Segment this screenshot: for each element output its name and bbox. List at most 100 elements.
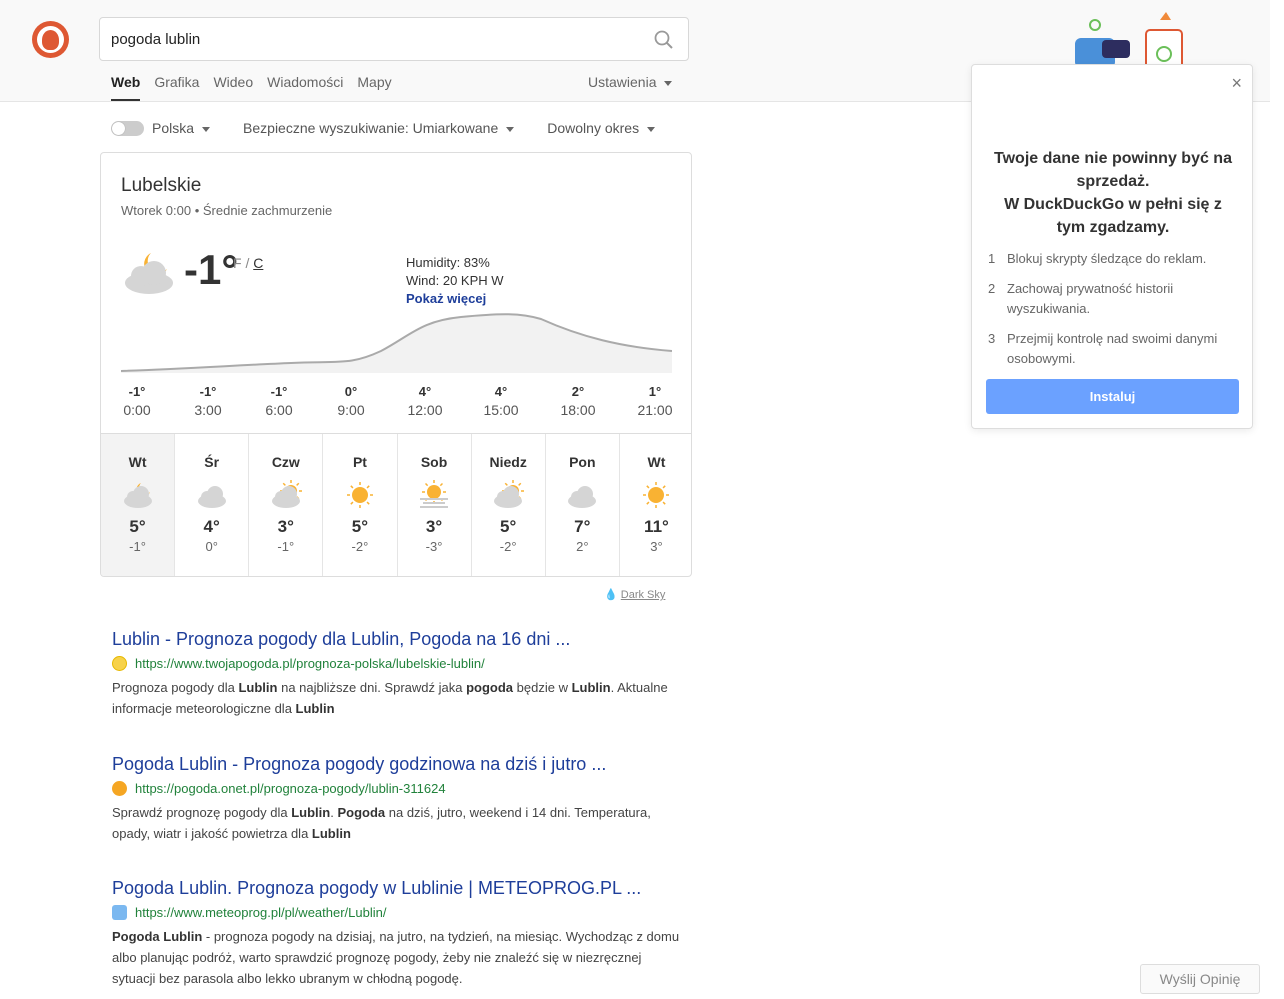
tab-web[interactable]: Web	[111, 74, 141, 101]
search-result: Pogoda Lublin. Prognoza pogody w Lublini…	[112, 878, 682, 989]
result-snippet: Prognoza pogody dla Lublin na najbliższe…	[112, 677, 682, 719]
settings-label: Ustawienia	[588, 74, 657, 90]
snippet-text: na najbliższe dni. Sprawdź jaka	[277, 680, 467, 695]
result-title-link[interactable]: Pogoda Lublin. Prognoza pogody w Lublini…	[112, 878, 682, 899]
popup-benefits-list: 1 Blokuj skrypty śledzące do reklam. 2 Zac…	[988, 249, 1238, 379]
settings-dropdown[interactable]: Ustawienia	[588, 74, 673, 90]
favicon-icon	[112, 781, 127, 796]
hourly-item: 4° 15:00	[471, 384, 531, 418]
daily-item[interactable]: Wt 11° 3°	[620, 434, 691, 576]
daily-item[interactable]: Pt 5° -2°	[323, 434, 398, 576]
day-low: 0°	[205, 539, 218, 554]
result-url[interactable]: https://www.twojapogoda.pl/prognoza-pols…	[112, 656, 682, 671]
result-snippet: Pogoda Lublin - prognoza pogody na dzisi…	[112, 926, 682, 989]
day-name: Śr	[204, 454, 220, 470]
caret-down-icon	[202, 126, 211, 132]
hourly-time: 9:00	[337, 402, 365, 418]
current-temperature: -1°	[184, 246, 239, 293]
item-text: Zachowaj prywatność historii wyszukiwani…	[1007, 281, 1174, 316]
unit-switch[interactable]: F / C	[233, 255, 263, 271]
snippet-text: będzie w	[513, 680, 572, 695]
sun-icon	[643, 482, 670, 508]
result-snippet: Sprawdź prognozę pogody dla Lublin. Pogo…	[112, 802, 682, 844]
hourly-time: 15:00	[483, 402, 519, 418]
weather-location: Lubelskie	[121, 175, 202, 196]
popup-title-line4: tym zgadzamy.	[1056, 219, 1170, 236]
hourly-item: 4° 12:00	[395, 384, 455, 418]
hourly-item: 2° 18:00	[548, 384, 608, 418]
daily-item[interactable]: Czw 3° -1°	[249, 434, 324, 576]
search-input[interactable]: pogoda lublin	[111, 31, 200, 48]
item-number: 3	[988, 331, 996, 346]
unit-c[interactable]: C	[253, 255, 263, 271]
item-text: Przejmij kontrolę nad swoimi danymi osob…	[1007, 331, 1218, 366]
hourly-temp: -1°	[270, 384, 288, 399]
duckduckgo-logo[interactable]	[32, 21, 69, 58]
snippet-highlight: Pogoda	[337, 805, 386, 820]
snippet-highlight: pogoda	[466, 680, 514, 695]
snippet-text: Sprawdź prognozę pogody dla	[112, 805, 292, 820]
dark-sky-attribution[interactable]: 💧 Dark Sky	[604, 588, 665, 601]
day-name: Niedz	[489, 454, 527, 470]
unit-separator: /	[241, 255, 254, 271]
dark-sky-icon: 💧	[604, 589, 618, 601]
tab-images[interactable]: Grafika	[154, 74, 199, 101]
snippet-highlight: Pogoda Lublin	[112, 929, 203, 944]
snippet-highlight: Lublin	[311, 826, 351, 841]
install-button[interactable]: Instaluj	[986, 379, 1239, 414]
hourly-temp: 0°	[344, 384, 358, 399]
tab-news[interactable]: Wiadomości	[267, 74, 343, 101]
daily-item[interactable]: Niedz 5° -2°	[472, 434, 546, 576]
day-name: Wt	[647, 454, 666, 470]
daily-item[interactable]: Śr 4° 0°	[175, 434, 250, 576]
partly-cloudy-day-icon	[494, 480, 525, 508]
feedback-button[interactable]: Wyślij Opinię	[1140, 964, 1260, 994]
weather-details: Humidity: 83% Wind: 20 KPH W Pokaż więce…	[406, 254, 504, 308]
region-filter[interactable]: Polska	[152, 120, 211, 136]
day-low: -1°	[129, 539, 146, 554]
result-title-link[interactable]: Pogoda Lublin - Prognoza pogody godzinow…	[112, 754, 682, 775]
result-url[interactable]: https://pogoda.onet.pl/prognoza-pogody/l…	[112, 781, 682, 796]
list-item: 1 Blokuj skrypty śledzące do reklam.	[988, 249, 1238, 269]
daily-item[interactable]: Pon 7° 2°	[546, 434, 620, 576]
partly-cloudy-night-icon	[123, 483, 152, 508]
search-icon[interactable]	[654, 30, 674, 50]
snippet-highlight: Lublin	[238, 680, 278, 695]
region-toggle[interactable]	[111, 120, 144, 136]
list-item: 3 Przejmij kontrolę nad swoimi danymi oso…	[988, 329, 1238, 369]
show-more-link[interactable]: Pokaż więcej	[406, 290, 504, 308]
tab-videos[interactable]: Wideo	[213, 74, 253, 101]
hourly-time: 18:00	[560, 402, 596, 418]
safe-search-filter[interactable]: Bezpieczne wyszukiwanie: Umiarkowane	[243, 120, 515, 136]
day-high: 5°	[500, 517, 517, 536]
time-filter[interactable]: Dowolny okres	[547, 120, 656, 136]
daily-item[interactable]: Sob 3° -3°	[398, 434, 472, 576]
wind: Wind: 20 KPH W	[406, 273, 504, 288]
snippet-highlight: Lublin	[291, 805, 331, 820]
sun-icon	[346, 482, 373, 508]
caret-down-icon	[647, 126, 656, 132]
item-text: Blokuj skrypty śledzące do reklam.	[1007, 251, 1207, 266]
favicon-icon	[112, 905, 127, 920]
temperature-graph	[121, 313, 672, 373]
fog-icon	[420, 480, 449, 508]
daily-item[interactable]: Wt 5° -1°	[101, 434, 176, 576]
close-icon[interactable]: ×	[1231, 73, 1242, 94]
hourly-temp: -1°	[199, 384, 217, 399]
result-url[interactable]: https://www.meteoprog.pl/pl/weather/Lubl…	[112, 905, 682, 920]
list-item: 2 Zachowaj prywatność historii wyszukiwan…	[988, 279, 1238, 319]
hourly-item: 0° 9:00	[321, 384, 381, 418]
result-title-link[interactable]: Lublin - Prognoza pogody dla Lublin, Pog…	[112, 629, 682, 650]
snippet-highlight: Lublin	[295, 701, 335, 716]
hourly-item: 1° 21:00	[625, 384, 685, 418]
tab-maps[interactable]: Mapy	[357, 74, 391, 101]
search-box[interactable]: pogoda lublin	[99, 17, 689, 61]
time-label: Dowolny okres	[547, 120, 640, 136]
humidity: Humidity: 83%	[406, 255, 490, 270]
scrollbar[interactable]	[1270, 0, 1284, 999]
unit-f[interactable]: F	[233, 255, 242, 271]
day-low: -2°	[499, 539, 517, 554]
hourly-time: 21:00	[637, 402, 673, 418]
day-name: Pon	[569, 454, 596, 470]
day-high: 11°	[644, 517, 669, 536]
